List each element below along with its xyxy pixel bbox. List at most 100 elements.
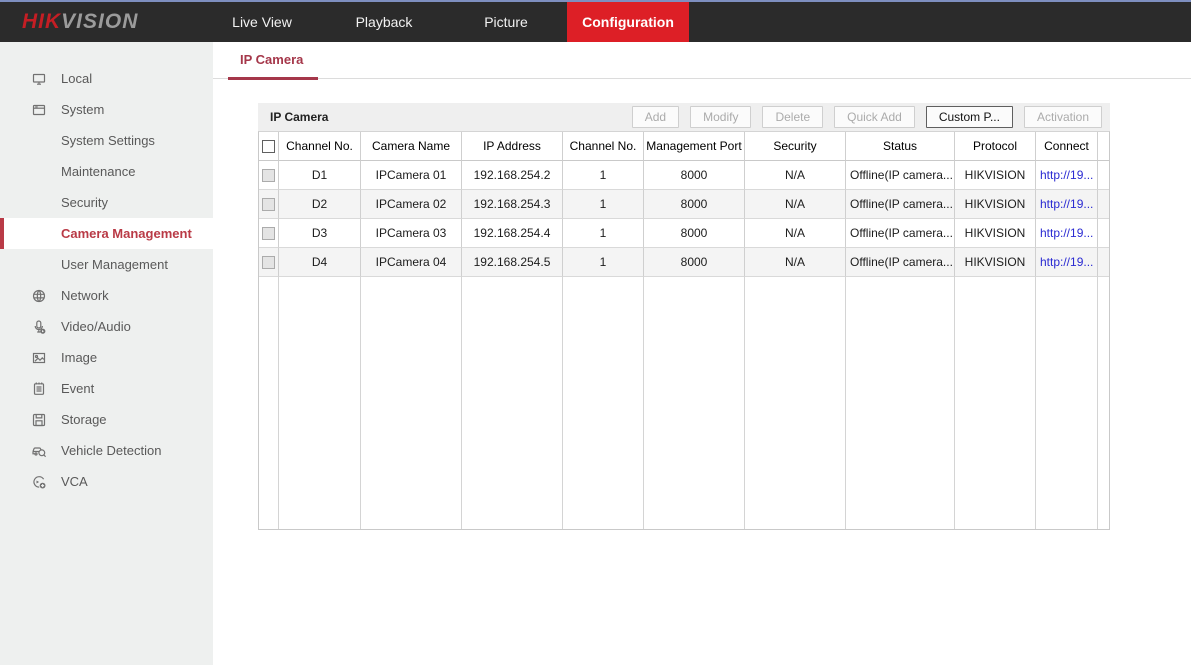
sidebar-menu: Local System System Settings Maintenance…: [0, 42, 213, 665]
table-header-row: Channel No. Camera Name IP Address Chann…: [259, 132, 1109, 161]
row-checkbox[interactable]: [262, 256, 275, 269]
col-spacer: [1098, 132, 1109, 161]
sidebar-item-maintenance[interactable]: Maintenance: [0, 156, 213, 187]
event-note-icon: [31, 381, 47, 397]
status-cell: Offline(IP camera...: [846, 248, 955, 277]
sidebar-item-vehicle-detection[interactable]: Vehicle Detection: [0, 435, 213, 466]
camera-name-cell: IPCamera 03: [361, 219, 462, 248]
sidebar-item-camera-management[interactable]: Camera Management: [0, 218, 213, 249]
table-row-d2[interactable]: D2 IPCamera 02 192.168.254.3 1 8000 N/A …: [259, 190, 1109, 219]
sidebar-item-label: System Settings: [61, 133, 155, 148]
sidebar-item-system-settings[interactable]: System Settings: [0, 125, 213, 156]
monitor-icon: [31, 71, 47, 87]
main-content: IP Camera IP Camera Add Modify Delete Qu…: [213, 42, 1191, 665]
ip-address-cell: 192.168.254.5: [462, 248, 563, 277]
content-tabstrip: IP Camera: [213, 42, 1191, 79]
sidebar-item-user-management[interactable]: User Management: [0, 249, 213, 280]
table-row-d3[interactable]: D3 IPCamera 03 192.168.254.4 1 8000 N/A …: [259, 219, 1109, 248]
channel-no-cell: D2: [279, 190, 361, 219]
row-checkbox[interactable]: [262, 198, 275, 211]
row-checkbox[interactable]: [262, 169, 275, 182]
col-status: Status: [846, 132, 955, 161]
status-cell: Offline(IP camera...: [846, 190, 955, 219]
management-port-cell: 8000: [644, 219, 745, 248]
ip-address-cell: 192.168.254.3: [462, 190, 563, 219]
spacer-cell: [1098, 248, 1109, 277]
col-channel-no: Channel No.: [279, 132, 361, 161]
sidebar-item-label: System: [61, 102, 104, 117]
table-empty-area: [259, 277, 1109, 529]
hikvision-logo: HIKVISION: [22, 10, 138, 34]
sidebar-item-label: Event: [61, 381, 94, 396]
panel-toolbar: IP Camera Add Modify Delete Quick Add Cu…: [258, 103, 1110, 131]
connect-link[interactable]: http://19...: [1036, 190, 1098, 219]
spacer-cell: [1098, 190, 1109, 219]
select-all-checkbox[interactable]: [262, 140, 275, 153]
sidebar-item-label: Image: [61, 350, 97, 365]
connect-link[interactable]: http://19...: [1036, 248, 1098, 277]
top-navigation-bar: HIKVISION Live View Playback Picture Con…: [0, 2, 1191, 42]
storage-disk-icon: [31, 412, 47, 428]
col-connect: Connect: [1036, 132, 1098, 161]
sidebar-item-label: Local: [61, 71, 92, 86]
sidebar-item-network[interactable]: Network: [0, 280, 213, 311]
row-checkbox-cell: [259, 248, 279, 277]
system-window-icon: [31, 102, 47, 118]
delete-button[interactable]: Delete: [762, 106, 823, 128]
protocol-cell: HIKVISION: [955, 219, 1036, 248]
nav-tab-configuration[interactable]: Configuration: [567, 2, 689, 42]
protocol-cell: HIKVISION: [955, 161, 1036, 190]
activation-button[interactable]: Activation: [1024, 106, 1102, 128]
modify-button[interactable]: Modify: [690, 106, 751, 128]
custom-protocol-button[interactable]: Custom P...: [926, 106, 1013, 128]
vca-icon: [31, 474, 47, 490]
channel-cell: 1: [563, 219, 644, 248]
channel-no-cell: D3: [279, 219, 361, 248]
nav-tab-live-view[interactable]: Live View: [201, 2, 323, 42]
microphone-icon: [31, 319, 47, 335]
nav-tab-playback[interactable]: Playback: [323, 2, 445, 42]
nav-tab-picture[interactable]: Picture: [445, 2, 567, 42]
sidebar-item-image[interactable]: Image: [0, 342, 213, 373]
channel-no-cell: D1: [279, 161, 361, 190]
vehicle-search-icon: [31, 443, 47, 459]
security-cell: N/A: [745, 219, 846, 248]
row-checkbox-cell: [259, 190, 279, 219]
panel-title: IP Camera: [270, 110, 328, 124]
sidebar-item-video-audio[interactable]: Video/Audio: [0, 311, 213, 342]
security-cell: N/A: [745, 161, 846, 190]
table-row-d1[interactable]: D1 IPCamera 01 192.168.254.2 1 8000 N/A …: [259, 161, 1109, 190]
sidebar-item-security[interactable]: Security: [0, 187, 213, 218]
management-port-cell: 8000: [644, 190, 745, 219]
sidebar-item-label: Storage: [61, 412, 107, 427]
add-button[interactable]: Add: [632, 106, 679, 128]
sidebar-item-label: Security: [61, 195, 108, 210]
sidebar-item-local[interactable]: Local: [0, 63, 213, 94]
channel-cell: 1: [563, 190, 644, 219]
select-all-cell: [259, 132, 279, 161]
ip-address-cell: 192.168.254.2: [462, 161, 563, 190]
sidebar-item-label: Vehicle Detection: [61, 443, 161, 458]
tab-ip-camera[interactable]: IP Camera: [240, 52, 303, 67]
image-icon: [31, 350, 47, 366]
main-nav: Live View Playback Picture Configuration: [201, 2, 689, 42]
toolbar-buttons: Add Modify Delete Quick Add Custom P... …: [632, 106, 1102, 128]
sidebar-item-vca[interactable]: VCA: [0, 466, 213, 497]
table-row-d4[interactable]: D4 IPCamera 04 192.168.254.5 1 8000 N/A …: [259, 248, 1109, 277]
channel-no-cell: D4: [279, 248, 361, 277]
camera-name-cell: IPCamera 02: [361, 190, 462, 219]
connect-link[interactable]: http://19...: [1036, 161, 1098, 190]
col-camera-name: Camera Name: [361, 132, 462, 161]
col-management-port: Management Port: [644, 132, 745, 161]
sidebar-item-storage[interactable]: Storage: [0, 404, 213, 435]
row-checkbox[interactable]: [262, 227, 275, 240]
sidebar-item-label: VCA: [61, 474, 88, 489]
connect-link[interactable]: http://19...: [1036, 219, 1098, 248]
sidebar-item-event[interactable]: Event: [0, 373, 213, 404]
quick-add-button[interactable]: Quick Add: [834, 106, 915, 128]
col-security: Security: [745, 132, 846, 161]
channel-cell: 1: [563, 248, 644, 277]
sidebar-item-system[interactable]: System: [0, 94, 213, 125]
row-checkbox-cell: [259, 219, 279, 248]
camera-name-cell: IPCamera 04: [361, 248, 462, 277]
